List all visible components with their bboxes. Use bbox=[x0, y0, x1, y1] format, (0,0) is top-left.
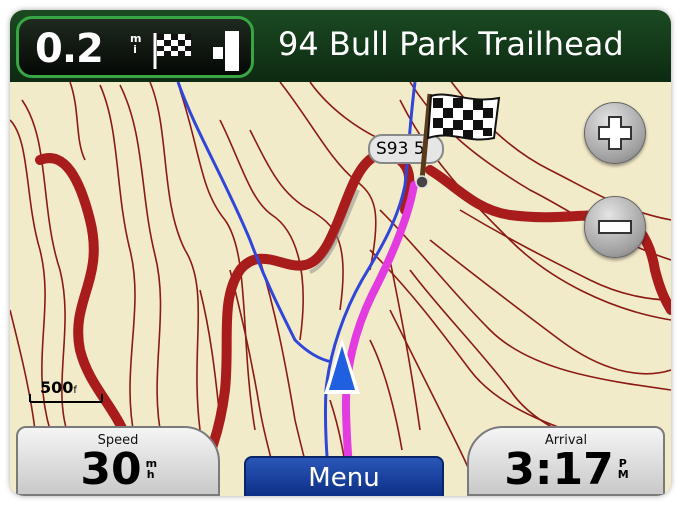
destination-name[interactable]: 94 Bull Park Trailhead bbox=[278, 20, 624, 68]
destination-flag-icon bbox=[415, 93, 501, 188]
next-turn-box[interactable]: 0.2 mi bbox=[16, 16, 254, 78]
navigation-screen: S93 5 0.2 mi 94 Bull Park Trailhead 500f… bbox=[10, 10, 671, 496]
plus-icon bbox=[598, 116, 632, 150]
arrival-unit-bottom: M bbox=[617, 468, 629, 481]
lane-guidance-icon bbox=[213, 31, 239, 71]
speed-value: 30 bbox=[80, 444, 142, 495]
zoom-out-button[interactable] bbox=[584, 196, 646, 258]
arrival-field[interactable]: Arrival 3:17 P M bbox=[467, 426, 665, 496]
arrival-unit: PM bbox=[617, 458, 629, 481]
speed-value-row: 30 m h bbox=[18, 446, 218, 494]
scale-value: 500 bbox=[40, 378, 74, 397]
distance-unit: mi bbox=[130, 33, 141, 56]
arrival-value-row: 3:17 P M bbox=[469, 446, 663, 494]
menu-button[interactable]: Menu bbox=[244, 456, 444, 496]
map-scale: 500f bbox=[28, 378, 108, 406]
top-banner: 0.2 mi 94 Bull Park Trailhead bbox=[10, 10, 671, 82]
speed-field[interactable]: Speed 30 m h bbox=[16, 426, 220, 496]
scale-unit: f bbox=[73, 385, 77, 396]
speed-unit: mh bbox=[146, 458, 157, 481]
speed-unit-bottom: h bbox=[146, 468, 155, 481]
vehicle-position-icon bbox=[324, 338, 360, 394]
scale-label: 500f bbox=[40, 378, 77, 397]
zoom-in-button[interactable] bbox=[584, 102, 646, 164]
minus-icon bbox=[598, 220, 632, 234]
arrival-value: 3:17 bbox=[504, 444, 614, 495]
topographic-map[interactable] bbox=[10, 10, 671, 496]
distance-unit-bottom: i bbox=[133, 43, 137, 56]
checkered-flag-icon bbox=[153, 33, 191, 69]
distance-to-turn: 0.2 bbox=[35, 26, 104, 72]
